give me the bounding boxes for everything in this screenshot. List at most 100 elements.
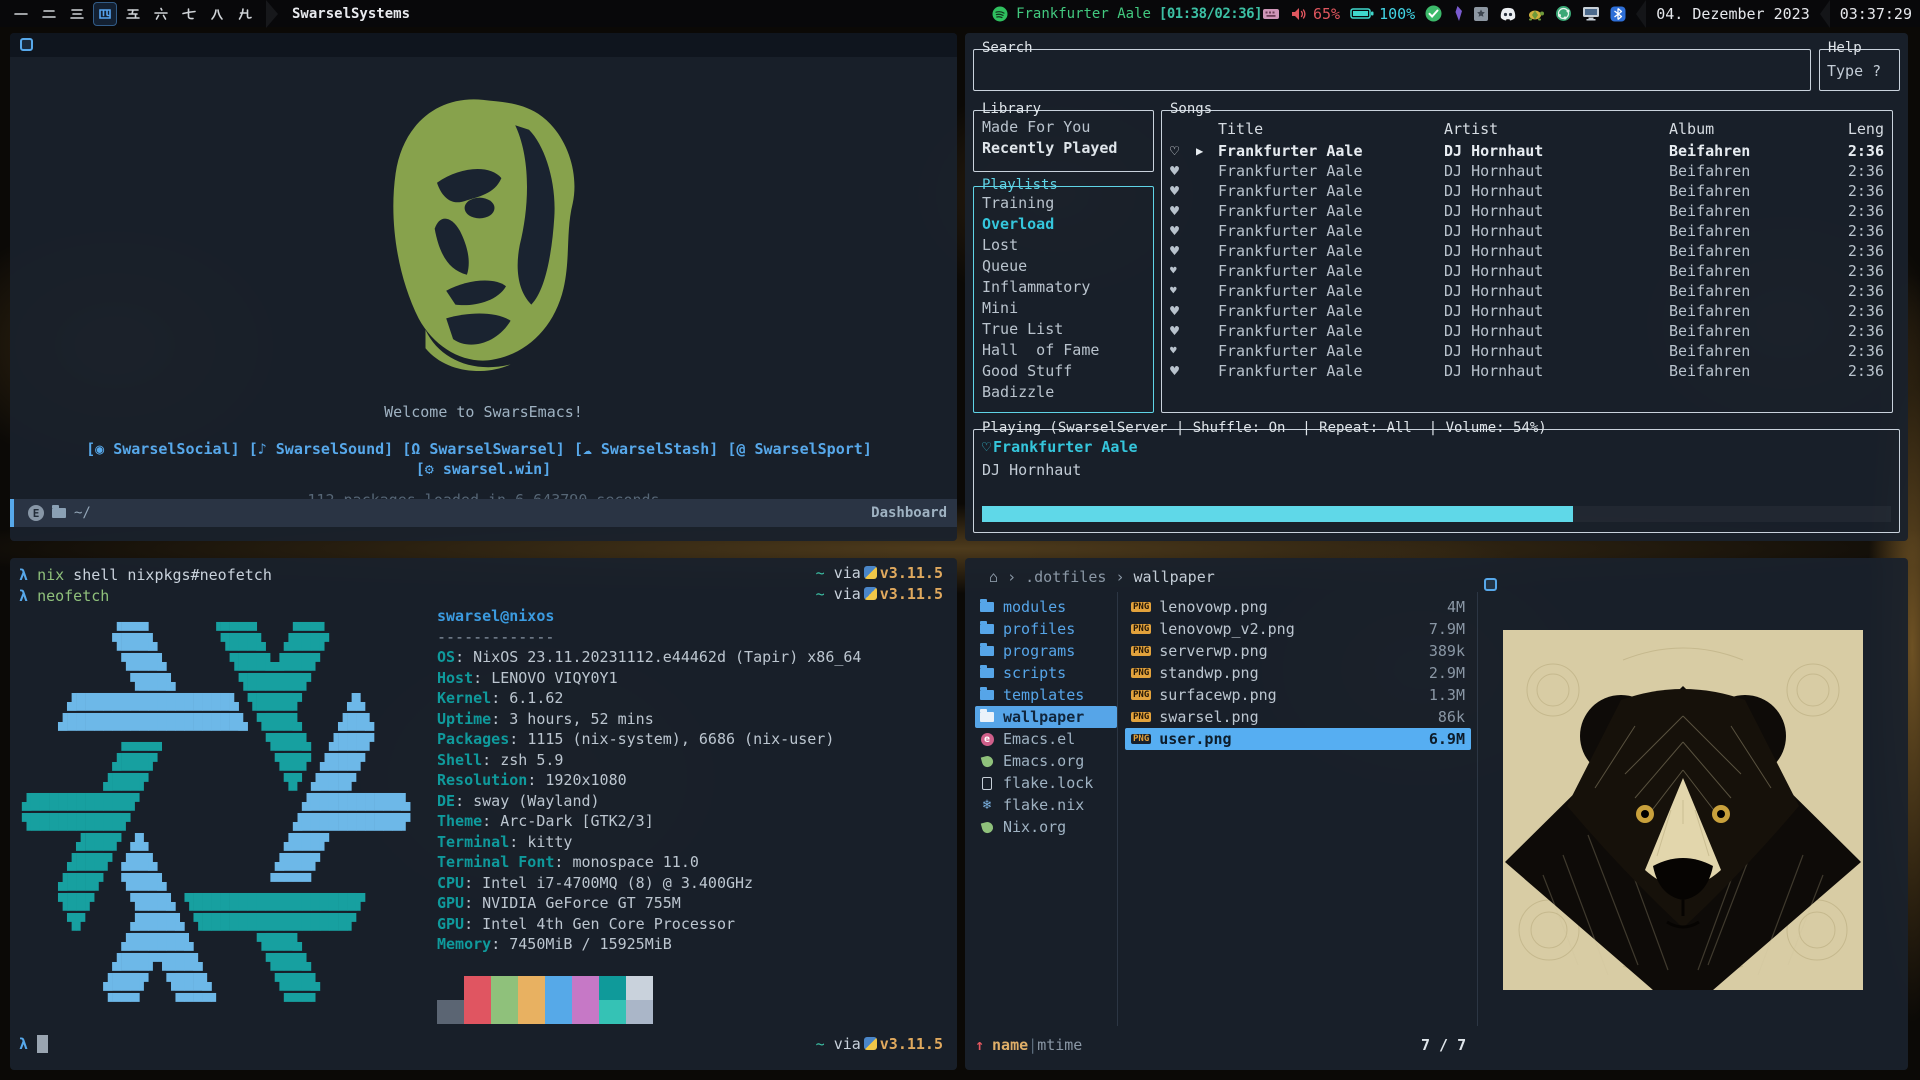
- file-name: swarsel.png: [1159, 708, 1258, 726]
- song-row[interactable]: ♥ Frankfurter Aale DJ Hornhaut Beifahren…: [1170, 341, 1884, 361]
- shard-icon[interactable]: [1452, 6, 1463, 22]
- sidebar-entry[interactable]: profiles: [975, 618, 1117, 640]
- breadcrumb[interactable]: ⌂ › .dotfiles › wallpaper: [989, 568, 1215, 586]
- library-item[interactable]: Made For You: [982, 117, 1149, 138]
- music-track: Frankfurter Aale: [1016, 6, 1151, 22]
- breadcrumb-wallpaper[interactable]: wallpaper: [1134, 568, 1215, 586]
- search-label: Search: [980, 40, 1035, 56]
- breadcrumb-dotfiles[interactable]: .dotfiles: [1025, 568, 1106, 586]
- song-length: 2:36: [1832, 221, 1884, 241]
- playlist-item[interactable]: Queue: [982, 256, 1149, 277]
- song-album: Beifahren: [1669, 181, 1832, 201]
- song-row[interactable]: ♥ Frankfurter Aale DJ Hornhaut Beifahren…: [1170, 181, 1884, 201]
- file-row[interactable]: PNG lenovowp_v2.png 7.9M: [1125, 618, 1471, 640]
- playlist-item[interactable]: Overload: [982, 214, 1149, 235]
- favorite-heart-icon[interactable]: ♥: [1170, 321, 1196, 341]
- song-row[interactable]: ♥ Frankfurter Aale DJ Hornhaut Beifahren…: [1170, 161, 1884, 181]
- playlist-item[interactable]: Mini: [982, 298, 1149, 319]
- favorite-heart-icon[interactable]: ♥: [1170, 241, 1196, 261]
- playlist-item[interactable]: Inflammatory: [982, 277, 1149, 298]
- keyboard-icon[interactable]: [1262, 8, 1280, 20]
- sort-alt-field[interactable]: mtime: [1037, 1036, 1082, 1054]
- swarsel-win-link[interactable]: [⚙ swarsel.win]: [416, 460, 551, 478]
- sidebar-entry[interactable]: programs: [975, 640, 1117, 662]
- workspace-六[interactable]: [150, 3, 172, 25]
- emacs-tab-icon[interactable]: [20, 38, 33, 51]
- prompt-line-current[interactable]: λ: [19, 1035, 48, 1053]
- favorite-heart-icon[interactable]: ♥: [1170, 181, 1196, 201]
- sidebar-entry[interactable]: modules: [975, 596, 1117, 618]
- sort-direction-icon[interactable]: ↑: [975, 1036, 984, 1054]
- favorite-heart-icon[interactable]: ♥: [1170, 341, 1196, 361]
- check-icon[interactable]: [1425, 5, 1442, 22]
- sidebar-entry[interactable]: ❄ flake.nix: [975, 794, 1117, 816]
- volume-module[interactable]: 65%: [1290, 5, 1340, 23]
- favorite-heart-icon[interactable]: ♥: [1170, 281, 1196, 301]
- sidebar-entry[interactable]: scripts: [975, 662, 1117, 684]
- dashboard-button[interactable]: [☁ SwarselStash]: [574, 440, 728, 458]
- library-item[interactable]: Recently Played: [982, 138, 1149, 159]
- playlist-item[interactable]: Good Stuff: [982, 361, 1149, 382]
- dashboard-button[interactable]: [♪ SwarselSound]: [249, 440, 403, 458]
- favorite-heart-icon[interactable]: ♥: [1170, 221, 1196, 241]
- playing-label: Playing (SwarselServer | Shuffle: On | R…: [980, 420, 1549, 436]
- music-module[interactable]: Frankfurter Aale [01:38/02:36]: [992, 6, 1262, 22]
- sidebar-entry[interactable]: e Emacs.el: [975, 728, 1117, 750]
- file-row[interactable]: PNG swarsel.png 86k: [1125, 706, 1471, 728]
- playlist-item[interactable]: Hall of Fame: [982, 340, 1149, 361]
- playlist-item[interactable]: Training: [982, 193, 1149, 214]
- sidebar-entry[interactable]: templates: [975, 684, 1117, 706]
- progress-bar[interactable]: [982, 506, 1891, 522]
- sidebar-entry[interactable]: wallpaper: [975, 706, 1117, 728]
- bluetooth-icon[interactable]: [1610, 6, 1626, 22]
- workspace-五[interactable]: [122, 3, 144, 25]
- favorite-heart-icon[interactable]: ♡: [1170, 141, 1196, 161]
- song-row[interactable]: ♥ Frankfurter Aale DJ Hornhaut Beifahren…: [1170, 281, 1884, 301]
- song-row[interactable]: ♥ Frankfurter Aale DJ Hornhaut Beifahren…: [1170, 241, 1884, 261]
- workspace-七[interactable]: [178, 3, 200, 25]
- file-row[interactable]: PNG user.png 6.9M: [1125, 728, 1471, 750]
- workspace-二[interactable]: [38, 3, 60, 25]
- song-row[interactable]: ♥ Frankfurter Aale DJ Hornhaut Beifahren…: [1170, 301, 1884, 321]
- favorite-heart-icon[interactable]: ♥: [1170, 301, 1196, 321]
- display-icon[interactable]: [1582, 6, 1600, 21]
- syncthing-icon[interactable]: [1555, 5, 1572, 22]
- file-row[interactable]: PNG surfacewp.png 1.3M: [1125, 684, 1471, 706]
- file-row[interactable]: PNG lenovowp.png 4M: [1125, 596, 1471, 618]
- file-row[interactable]: PNG serverwp.png 389k: [1125, 640, 1471, 662]
- song-row[interactable]: ♡ ▶ Frankfurter Aale DJ Hornhaut Beifahr…: [1170, 141, 1884, 161]
- battery-module[interactable]: 100%: [1350, 5, 1415, 23]
- sidebar-entry[interactable]: flake.lock: [975, 772, 1117, 794]
- workspace-四[interactable]: [94, 3, 116, 25]
- song-row[interactable]: ♥ Frankfurter Aale DJ Hornhaut Beifahren…: [1170, 201, 1884, 221]
- workspace-三[interactable]: [66, 3, 88, 25]
- dashboard-button[interactable]: [Ω SwarselSwarsel]: [402, 440, 574, 458]
- home-icon[interactable]: ⌂: [989, 568, 998, 586]
- sidebar-entry[interactable]: Emacs.org: [975, 750, 1117, 772]
- dashboard-button[interactable]: [@ SwarselSport]: [727, 440, 881, 458]
- song-row[interactable]: ♥ Frankfurter Aale DJ Hornhaut Beifahren…: [1170, 221, 1884, 241]
- dashboard-button[interactable]: [◉ SwarselSocial]: [86, 440, 249, 458]
- favorite-heart-icon[interactable]: ♥: [1170, 261, 1196, 281]
- turtle-icon[interactable]: [1527, 7, 1545, 21]
- song-row[interactable]: ♥ Frankfurter Aale DJ Hornhaut Beifahren…: [1170, 321, 1884, 341]
- workspace-九[interactable]: [234, 3, 256, 25]
- workspace-八[interactable]: [206, 3, 228, 25]
- favorite-heart-icon[interactable]: ♥: [1170, 161, 1196, 181]
- discord-icon[interactable]: [1499, 7, 1517, 21]
- archive-icon[interactable]: [1473, 6, 1489, 22]
- playing-heart-icon[interactable]: ♡: [982, 438, 991, 456]
- playlist-item[interactable]: True List: [982, 319, 1149, 340]
- file-row[interactable]: PNG standwp.png 2.9M: [1125, 662, 1471, 684]
- sidebar-entry[interactable]: Nix.org: [975, 816, 1117, 838]
- song-row[interactable]: ♥ Frankfurter Aale DJ Hornhaut Beifahren…: [1170, 361, 1884, 381]
- song-row[interactable]: ♥ Frankfurter Aale DJ Hornhaut Beifahren…: [1170, 261, 1884, 281]
- sort-field[interactable]: name: [992, 1036, 1028, 1054]
- favorite-heart-icon[interactable]: ♥: [1170, 361, 1196, 381]
- favorite-heart-icon[interactable]: ♥: [1170, 201, 1196, 221]
- workspaces[interactable]: [0, 3, 266, 25]
- search-box[interactable]: Search: [973, 49, 1811, 91]
- workspace-一[interactable]: [10, 3, 32, 25]
- playlist-item[interactable]: Badizzle: [982, 382, 1149, 403]
- playlist-item[interactable]: Lost: [982, 235, 1149, 256]
